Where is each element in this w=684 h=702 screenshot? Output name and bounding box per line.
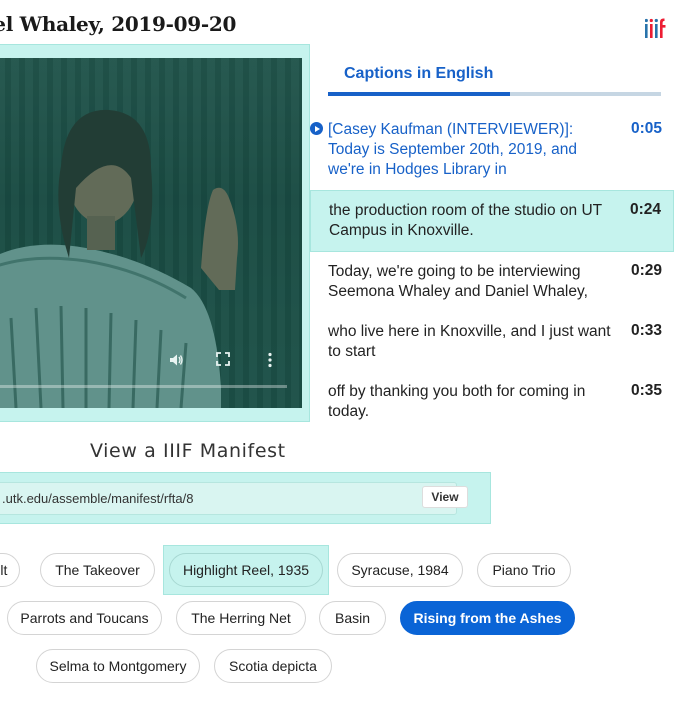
caption-text: the production room of the studio on UT … [329, 202, 602, 239]
video-overlay [0, 58, 302, 408]
manifest-panel: .utk.edu/assemble/manifest/rfta/8 [0, 472, 491, 524]
video-player-frame [0, 44, 310, 422]
collection-chip[interactable]: Syracuse, 1984 [337, 553, 463, 587]
manifest-heading: View a IIIF Manifest [90, 440, 286, 462]
caption-row[interactable]: who live here in Knoxville, and I just w… [310, 312, 674, 372]
view-manifest-button[interactable]: View [422, 486, 468, 508]
caption-row-current[interactable]: the production room of the studio on UT … [310, 190, 674, 252]
page-title: iel Whaley, 2019-09-20 [0, 12, 237, 36]
caption-text: [Casey Kaufman (INTERVIEWER)]: Today is … [328, 121, 578, 178]
more-vert-icon[interactable] [268, 352, 272, 372]
video-player[interactable] [0, 58, 302, 408]
collection-chip[interactable]: Basin [319, 601, 386, 635]
collection-chip[interactable]: Selma to Montgomery [36, 649, 200, 683]
collection-chip-active[interactable]: Rising from the Ashes [400, 601, 575, 635]
caption-time[interactable]: 0:33 [631, 322, 662, 340]
collection-chip[interactable]: ult [0, 553, 20, 587]
caption-list: [Casey Kaufman (INTERVIEWER)]: Today is … [310, 110, 674, 432]
collection-chip[interactable]: Parrots and Toucans [7, 601, 162, 635]
iiif-logo-icon[interactable] [645, 18, 667, 38]
caption-row[interactable]: off by thanking you both for coming in t… [310, 372, 674, 432]
caption-text: off by thanking you both for coming in t… [328, 383, 586, 420]
caption-time[interactable]: 0:24 [630, 201, 661, 219]
caption-text: Today, we're going to be interviewing Se… [328, 263, 588, 300]
fullscreen-icon[interactable] [216, 352, 230, 370]
caption-tabs: Captions in English [328, 60, 661, 96]
collection-chip[interactable]: The Takeover [40, 553, 155, 587]
volume-icon[interactable] [168, 352, 184, 372]
collection-chip[interactable]: Scotia depicta [214, 649, 332, 683]
video-progress-bar[interactable] [0, 385, 287, 388]
collection-chip[interactable]: The Herring Net [176, 601, 306, 635]
tab-underline [328, 92, 661, 96]
tab-captions-english[interactable]: Captions in English [344, 65, 493, 83]
collection-chip-selected[interactable]: Highlight Reel, 1935 [169, 553, 323, 587]
caption-text: who live here in Knoxville, and I just w… [328, 323, 611, 360]
caption-time[interactable]: 0:29 [631, 262, 662, 280]
caption-row[interactable]: Today, we're going to be interviewing Se… [310, 252, 674, 312]
play-indicator-icon [310, 122, 323, 135]
caption-time[interactable]: 0:05 [631, 120, 662, 138]
caption-time[interactable]: 0:35 [631, 382, 662, 400]
collection-chip[interactable]: Piano Trio [477, 553, 571, 587]
manifest-url-field[interactable]: .utk.edu/assemble/manifest/rfta/8 [0, 482, 457, 515]
caption-row[interactable]: [Casey Kaufman (INTERVIEWER)]: Today is … [310, 110, 674, 190]
